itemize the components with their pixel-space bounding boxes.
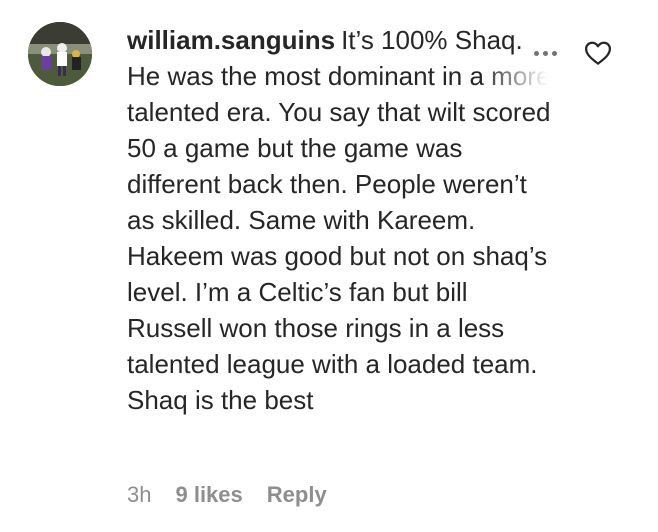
comment-username[interactable]: william.sanguins: [127, 25, 335, 55]
heart-outline-icon[interactable]: [583, 38, 613, 68]
comment-likes[interactable]: 9 likes: [175, 480, 242, 510]
avatar[interactable]: [28, 22, 92, 86]
heart-outline-svg: [585, 41, 611, 65]
comment-timestamp[interactable]: 3h: [127, 480, 151, 510]
avatar-image: [28, 22, 92, 86]
dot: [533, 50, 539, 56]
dot: [551, 50, 557, 56]
comment-item: william.sanguins It’s 100% Shaq. He was t…: [0, 0, 658, 532]
dot: [542, 50, 548, 56]
more-options-icon[interactable]: [528, 38, 562, 68]
comment-meta: 3h 9 likes Reply: [127, 480, 327, 510]
reply-button[interactable]: Reply: [267, 480, 327, 510]
